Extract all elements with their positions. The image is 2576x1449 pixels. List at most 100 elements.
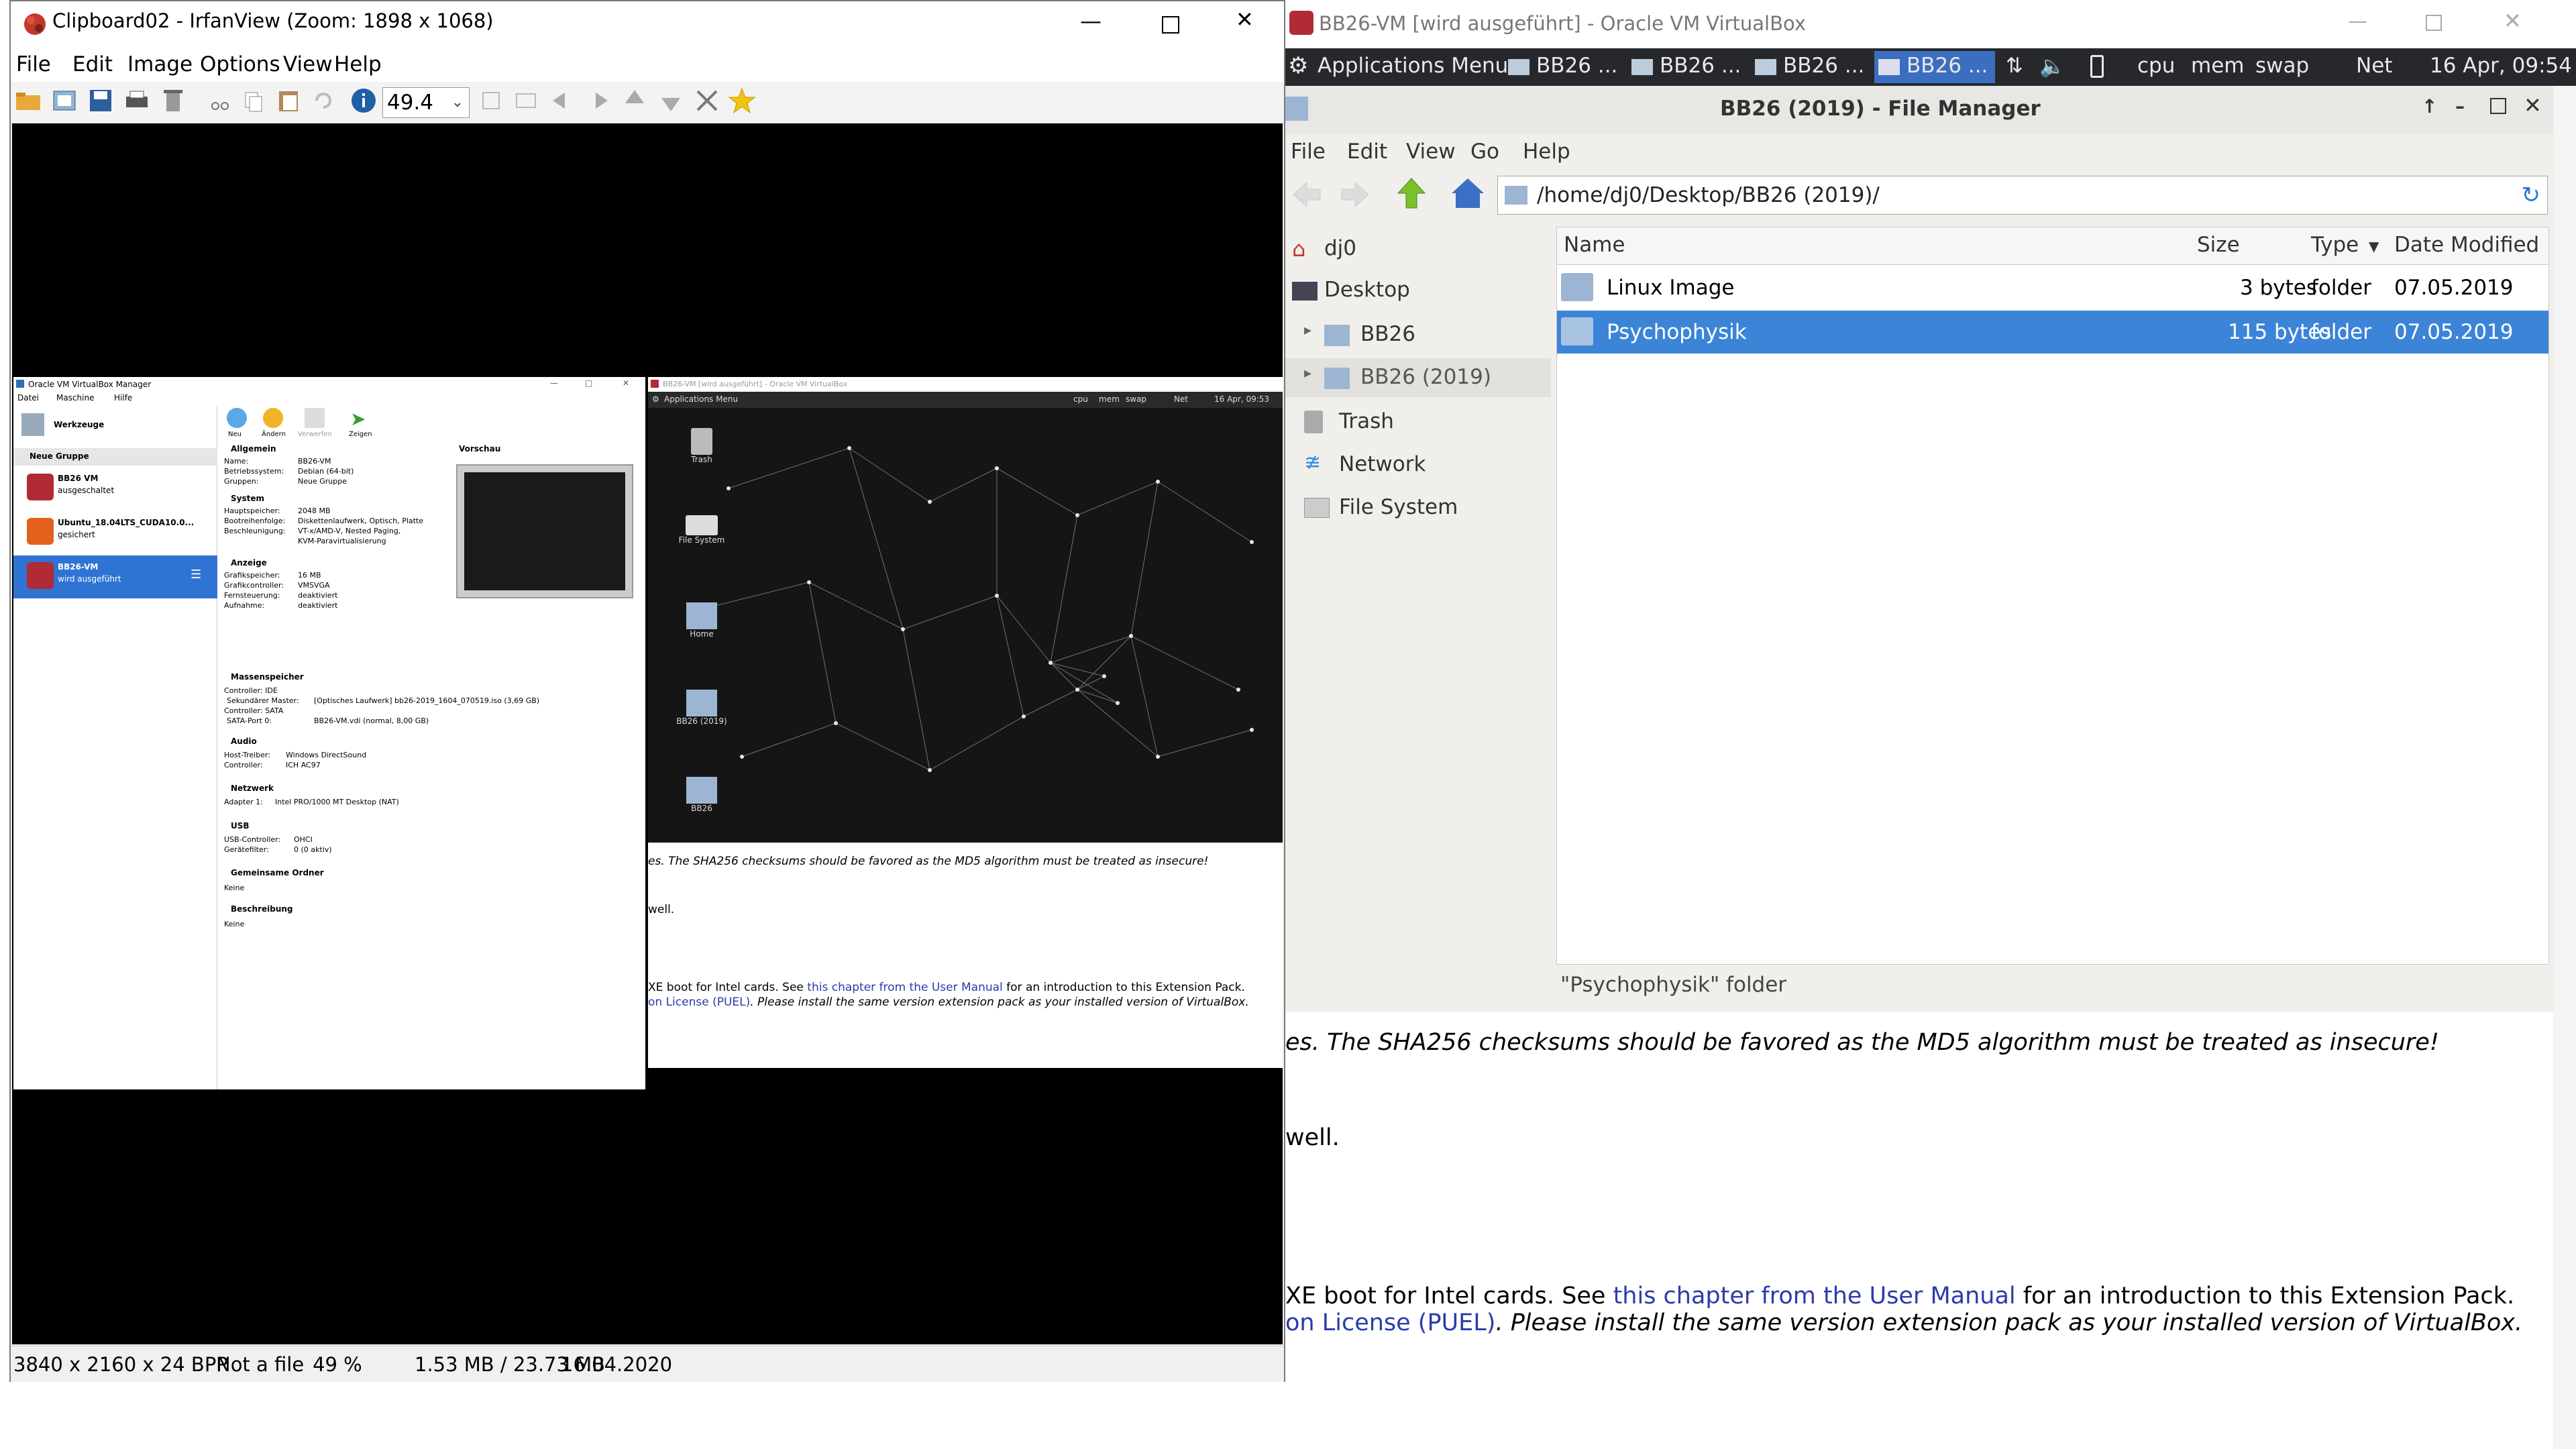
sidebar-item-home[interactable]: ⌂ dj0	[1285, 229, 1551, 268]
cut-icon[interactable]	[205, 86, 239, 119]
file-manager-titlebar[interactable]: BB26 (2019) - File Manager ↑ – ✕	[1285, 86, 2553, 134]
sidebar-item-trash[interactable]: Trash	[1285, 402, 1551, 441]
taskbar-button[interactable]: BB26 ...	[1627, 51, 1748, 83]
previous-icon[interactable]	[547, 86, 581, 119]
details-storage-etc: Massenspeicher Controller: IDE Sekundäre…	[219, 672, 645, 974]
menu-file[interactable]: File	[16, 52, 51, 76]
delete-icon[interactable]	[158, 86, 192, 119]
copy-icon[interactable]	[239, 86, 272, 119]
next-icon[interactable]	[584, 86, 617, 119]
fullscreen-icon[interactable]	[511, 86, 545, 119]
vm-window-title: BB26-VM [wird ausgeführt] - Oracle VM Vi…	[1319, 12, 1806, 35]
sidebar-item-network[interactable]: ≇ Network	[1285, 445, 1551, 484]
applications-menu[interactable]: Applications Menu	[1318, 54, 1508, 78]
menu-view[interactable]: View	[1406, 140, 1456, 164]
text: . Please install the same version extens…	[1495, 1309, 2523, 1336]
new-icon	[227, 408, 247, 428]
sidebar-item-filesystem[interactable]: File System	[1285, 488, 1551, 527]
file-row-selected[interactable]: Psychophysik 115 bytes folder 07.05.2019	[1557, 311, 2548, 354]
vm-list-panel: Werkzeuge Neue Gruppe BB26 VM ausgeschal…	[13, 405, 217, 1089]
back-arrow-icon[interactable]	[1291, 180, 1323, 209]
save-icon[interactable]	[86, 86, 119, 119]
volume-icon[interactable]: 🔈	[2039, 54, 2065, 78]
expander-icon[interactable]: ▸	[1304, 365, 1311, 382]
sidebar-item-bb26-2019[interactable]: ▸ BB26 (2019)	[1285, 358, 1551, 397]
maximize-button[interactable]	[2426, 15, 2442, 31]
zoom-combobox[interactable]: 49.4 ⌄	[382, 87, 470, 118]
reload-icon[interactable]: ↻	[2522, 176, 2541, 214]
puel-link[interactable]: on License (PUEL)	[1285, 1309, 1495, 1336]
clock[interactable]: 16 Apr, 09:54	[2430, 54, 2572, 78]
undo-icon[interactable]	[309, 86, 342, 119]
battery-icon[interactable]	[2090, 55, 2104, 78]
detail-key: Bootreihenfolge:	[224, 517, 286, 525]
shade-button[interactable]: ↑	[2422, 95, 2437, 117]
manual-link[interactable]: this chapter from the User Manual	[807, 981, 1002, 994]
column-size[interactable]: Size	[2197, 233, 2240, 257]
folder-icon	[1878, 59, 1900, 75]
taskbar-button[interactable]: BB26 ...	[1751, 51, 1872, 83]
paste-icon[interactable]	[274, 86, 307, 119]
menu-view[interactable]: View	[283, 52, 333, 76]
folder-icon	[1631, 59, 1653, 75]
home-icon[interactable]	[1449, 176, 1487, 211]
close-button[interactable]: ✕	[2524, 93, 2542, 118]
detail-value: 16 MB	[298, 571, 321, 580]
forward-arrow-icon[interactable]	[1339, 180, 1371, 209]
taskbar-button[interactable]: BB26 ...	[1504, 51, 1625, 83]
menu-help[interactable]: Help	[334, 52, 382, 76]
irfanview-titlebar[interactable]: Clipboard02 - IrfanView (Zoom: 1898 x 10…	[11, 1, 1284, 50]
vm-state: ausgeschaltet	[58, 486, 115, 495]
taskbar-button-active[interactable]: BB26 ...	[1874, 51, 1995, 83]
network-icon: ≇	[1304, 451, 1322, 474]
open-folder-icon[interactable]	[13, 86, 47, 119]
file-type: folder	[2311, 320, 2371, 344]
slideshow-icon[interactable]	[50, 86, 83, 119]
column-name[interactable]: Name	[1564, 233, 1625, 257]
gear-icon[interactable]: ⚙	[1288, 52, 1308, 79]
column-type[interactable]: Type	[2311, 233, 2359, 257]
expander-icon[interactable]: ▸	[1304, 322, 1311, 339]
image-canvas[interactable]: Oracle VM VirtualBox Manager — □ ✕ Datei…	[12, 123, 1283, 1344]
network-updown-icon[interactable]: ⇅	[2006, 54, 2023, 78]
vm-titlebar[interactable]: BB26-VM [wird ausgeführt] - Oracle VM Vi…	[1285, 0, 2576, 48]
location-bar[interactable]: /home/dj0/Desktop/BB26 (2019)/ ↻	[1497, 176, 2548, 215]
minimize-button[interactable]: –	[2455, 95, 2465, 117]
desktop-icon-bb26: BB26	[668, 777, 735, 813]
menu-help[interactable]: Help	[1523, 140, 1570, 164]
maximize-button[interactable]	[1162, 16, 1179, 34]
last-icon[interactable]	[656, 86, 690, 119]
close-button[interactable]: ✕	[2504, 8, 2522, 34]
up-arrow-icon[interactable]	[1395, 176, 1428, 211]
menu-image[interactable]: Image	[127, 52, 193, 76]
manual-link[interactable]: this chapter from the User Manual	[1613, 1283, 2016, 1309]
mini-vm-title: BB26-VM [wird ausgeführt] - Oracle VM Vi…	[663, 380, 848, 388]
net-monitor[interactable]: Net	[2356, 54, 2392, 78]
menu-options[interactable]: Options	[200, 52, 280, 76]
minimize-button[interactable]: —	[2348, 9, 2367, 32]
menu-edit[interactable]: Edit	[1347, 140, 1387, 164]
sidebar-label: dj0	[1324, 236, 1357, 260]
cpu-monitor[interactable]: cpu	[2137, 54, 2175, 78]
swap-monitor[interactable]: swap	[2255, 54, 2309, 78]
menu-edit[interactable]: Edit	[72, 52, 113, 76]
maximize-button[interactable]	[2490, 98, 2506, 114]
favorite-star-icon[interactable]	[727, 86, 761, 119]
close-button[interactable]: ✕	[1236, 7, 1254, 32]
tools-icon[interactable]	[692, 86, 726, 119]
file-row[interactable]: Linux Image 3 bytes folder 07.05.2019	[1557, 266, 2548, 309]
print-icon[interactable]	[122, 86, 156, 119]
column-date-modified[interactable]: Date Modified	[2394, 233, 2539, 257]
zoom-fit-icon[interactable]	[476, 86, 510, 119]
vertical-scrollbar[interactable]	[2553, 86, 2576, 1449]
menu-file[interactable]: File	[1291, 140, 1326, 164]
mini-app-menu: Applications Menu	[664, 394, 739, 404]
info-icon[interactable]	[349, 86, 382, 119]
minimize-button[interactable]: —	[1080, 8, 1102, 34]
first-icon[interactable]	[620, 86, 653, 119]
puel-link[interactable]: on License (PUEL)	[648, 996, 750, 1009]
sidebar-item-desktop[interactable]: Desktop	[1285, 271, 1551, 310]
menu-go[interactable]: Go	[1470, 140, 1499, 164]
mem-monitor[interactable]: mem	[2191, 54, 2244, 78]
sidebar-item-bb26[interactable]: ▸ BB26	[1285, 315, 1551, 354]
